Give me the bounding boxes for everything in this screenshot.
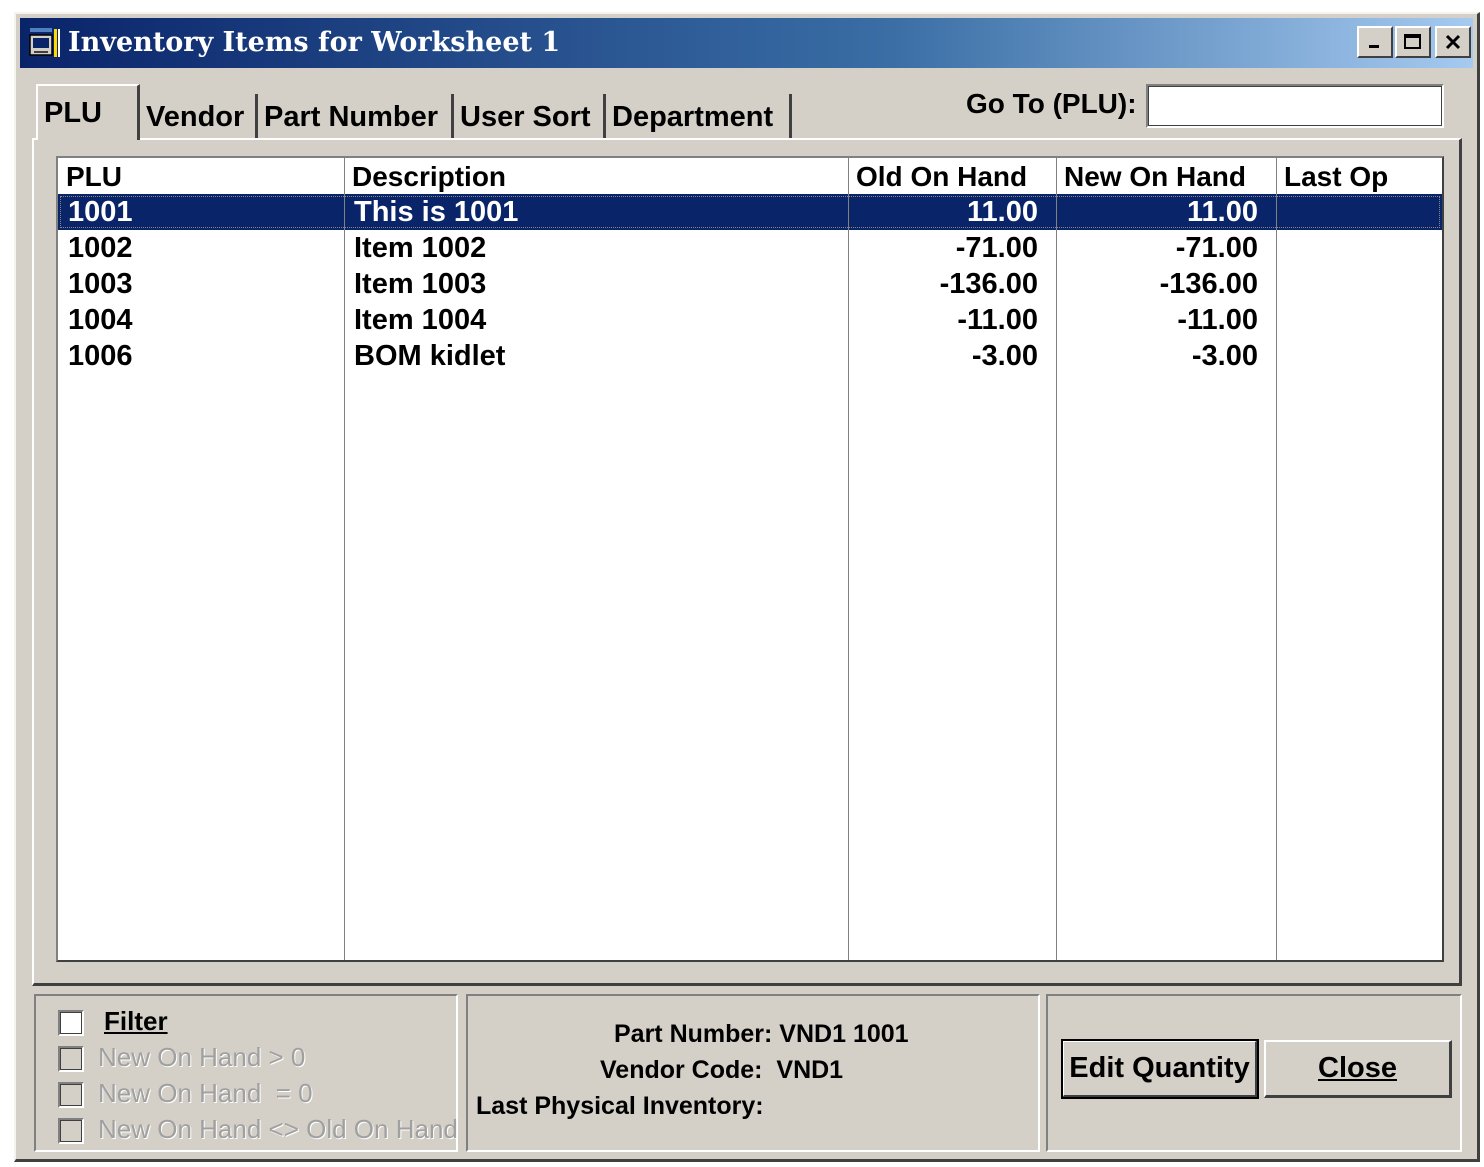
inventory-window: Inventory Items for Worksheet 1 PLU Vend… (14, 12, 1480, 1162)
minimize-icon (1369, 45, 1379, 48)
cell-plu: 1004 (68, 304, 133, 336)
column-divider (344, 158, 345, 960)
cell-description: BOM kidlet (354, 340, 506, 372)
column-header-old-on-hand[interactable]: Old On Hand (848, 158, 1056, 194)
cell-old-on-hand: -3.00 (971, 340, 1038, 372)
column-divider (848, 158, 849, 960)
filter-checkbox[interactable] (58, 1010, 84, 1036)
cell-old-on-hand: -136.00 (939, 268, 1038, 300)
cell-new-on-hand: -136.00 (1159, 268, 1258, 300)
tab-user-sort-label: User Sort (460, 100, 591, 133)
column-header-last-op[interactable]: Last Op (1276, 158, 1442, 194)
cell-last-op (1276, 266, 1442, 302)
table-row[interactable]: 1004 Item 1004 -11.00 -11.00 (58, 302, 1442, 338)
cell-last-op (1276, 230, 1442, 266)
cell-plu: 1006 (68, 340, 133, 372)
tab-part-number[interactable]: Part Number (258, 94, 454, 140)
filter-new-gt-zero-label: New On Hand > 0 (98, 1042, 306, 1072)
goto-plu-input[interactable] (1146, 84, 1444, 128)
filter-new-ne-old-label: New On Hand <> Old On Hand (98, 1114, 458, 1144)
vendor-code-text: Vendor Code: VND1 (600, 1056, 844, 1084)
column-divider (1276, 158, 1277, 960)
cell-plu: 1001 (68, 196, 133, 228)
cell-description: Item 1003 (354, 268, 487, 300)
close-window-button[interactable] (1435, 26, 1471, 58)
close-button[interactable]: Close (1264, 1040, 1452, 1098)
grid-header: PLU Description Old On Hand New On Hand … (58, 158, 1442, 194)
cell-last-op (1276, 338, 1442, 374)
tab-department-label: Department (612, 100, 774, 133)
tab-vendor-label: Vendor (146, 100, 245, 133)
part-number-text: Part Number: VND1 1001 (614, 1020, 909, 1048)
cell-last-op (1276, 302, 1442, 338)
close-label: Close (1318, 1052, 1397, 1084)
column-header-new-on-hand[interactable]: New On Hand (1056, 158, 1276, 194)
maximize-button[interactable] (1395, 26, 1431, 58)
cell-last-op (1276, 194, 1442, 230)
edit-quantity-label: Edit Quantity (1069, 1052, 1250, 1084)
column-header-plu[interactable]: PLU (58, 158, 344, 194)
tab-plu[interactable]: PLU (36, 84, 140, 140)
tab-vendor[interactable]: Vendor (140, 94, 258, 140)
maximize-icon (1404, 34, 1421, 49)
table-row[interactable]: 1003 Item 1003 -136.00 -136.00 (58, 266, 1442, 302)
tab-part-number-label: Part Number (264, 100, 439, 133)
goto-plu-label: Go To (PLU): (966, 88, 1137, 119)
window-title: Inventory Items for Worksheet 1 (68, 27, 561, 58)
cell-description: Item 1002 (354, 232, 487, 264)
cell-new-on-hand: -11.00 (1177, 304, 1258, 336)
cell-old-on-hand: -71.00 (955, 232, 1038, 264)
cell-description: Item 1004 (354, 304, 487, 336)
column-divider (1056, 158, 1057, 960)
cell-plu: 1002 (68, 232, 133, 264)
close-icon (1445, 34, 1461, 50)
cell-plu: 1003 (68, 268, 133, 300)
column-header-description[interactable]: Description (344, 158, 848, 194)
cell-new-on-hand: 11.00 (1187, 196, 1258, 228)
filter-label: Filter (104, 1006, 168, 1036)
filter-group: Filter New On Hand > 0 New On Hand = 0 N… (34, 994, 458, 1152)
cell-new-on-hand: -3.00 (1191, 340, 1258, 372)
item-info-group: Part Number: VND1 1001 Vendor Code: VND1… (466, 994, 1040, 1152)
filter-new-ne-old-checkbox[interactable] (58, 1118, 84, 1144)
edit-quantity-button[interactable]: Edit Quantity (1061, 1039, 1259, 1099)
table-row[interactable]: 1002 Item 1002 -71.00 -71.00 (58, 230, 1442, 266)
tab-user-sort[interactable]: User Sort (454, 94, 606, 140)
table-row[interactable]: 1001 This is 1001 11.00 11.00 (58, 194, 1442, 230)
filter-new-eq-zero-label: New On Hand = 0 (98, 1078, 313, 1108)
cell-new-on-hand: -71.00 (1175, 232, 1258, 264)
tab-department[interactable]: Department (606, 94, 792, 140)
filter-new-eq-zero-checkbox[interactable] (58, 1082, 84, 1108)
last-physical-inventory-text: Last Physical Inventory: (476, 1092, 764, 1120)
cell-old-on-hand: -11.00 (957, 304, 1038, 336)
cell-description: This is 1001 (354, 196, 519, 228)
minimize-button[interactable] (1357, 26, 1393, 58)
tab-plu-label: PLU (44, 96, 102, 129)
filter-new-gt-zero-checkbox[interactable] (58, 1046, 84, 1072)
tab-panel: PLU Description Old On Hand New On Hand … (32, 138, 1462, 986)
inventory-grid[interactable]: PLU Description Old On Hand New On Hand … (56, 156, 1444, 962)
app-icon (29, 28, 60, 57)
cell-old-on-hand: 11.00 (967, 196, 1038, 228)
title-bar[interactable]: Inventory Items for Worksheet 1 (20, 18, 1473, 68)
table-row[interactable]: 1006 BOM kidlet -3.00 -3.00 (58, 338, 1442, 374)
